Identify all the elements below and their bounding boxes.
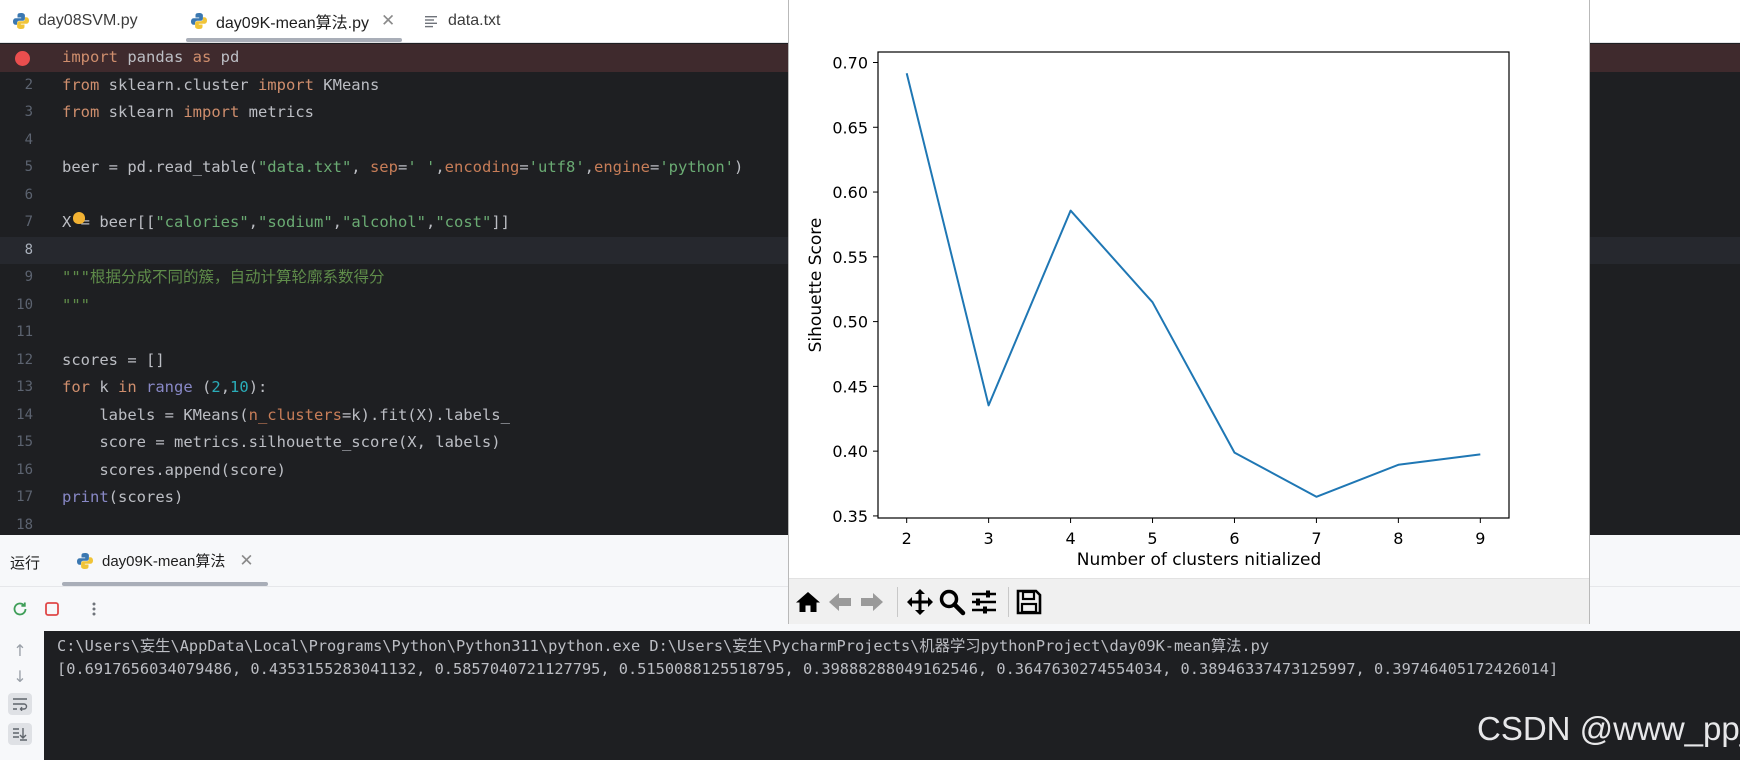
toolbar-separator bbox=[1008, 587, 1009, 617]
line-number: 3 bbox=[24, 104, 33, 120]
line-number: 9 bbox=[24, 269, 33, 285]
line-number: 13 bbox=[16, 379, 33, 395]
more-vertical-icon bbox=[92, 602, 96, 616]
y-tick-label: 0.40 bbox=[832, 442, 868, 461]
line-number: 16 bbox=[16, 461, 33, 478]
x-tick-label: 4 bbox=[1065, 529, 1075, 548]
close-icon[interactable]: ✕ bbox=[381, 11, 395, 31]
rerun-icon bbox=[13, 602, 27, 616]
line-number: 12 bbox=[16, 351, 33, 368]
y-tick-label: 0.35 bbox=[832, 507, 868, 526]
x-tick-label: 5 bbox=[1147, 529, 1157, 548]
python-file-icon bbox=[191, 13, 207, 29]
forward-icon bbox=[861, 593, 883, 611]
active-tab-indicator bbox=[186, 38, 402, 42]
breakpoint-icon[interactable] bbox=[15, 50, 30, 66]
watermark: CSDN @www_pp_ bbox=[1477, 710, 1740, 747]
y-tick-label: 0.55 bbox=[832, 248, 868, 267]
configure-subplots-button[interactable] bbox=[970, 588, 998, 616]
line-number: 14 bbox=[16, 406, 33, 423]
y-tick-label: 0.45 bbox=[832, 377, 868, 396]
tab-data-txt[interactable]: data.txt bbox=[423, 0, 500, 42]
line-number: 10 bbox=[16, 296, 33, 313]
run-tab[interactable]: day09K-mean算法 ✕ bbox=[62, 535, 268, 586]
run-side-toolbar: ↑ ↓ bbox=[0, 631, 45, 760]
lightbulb-icon[interactable] bbox=[73, 212, 85, 224]
zoom-icon bbox=[939, 589, 966, 616]
y-tick-label: 0.65 bbox=[832, 118, 868, 137]
text-file-icon bbox=[425, 16, 437, 28]
scroll-to-end-icon[interactable] bbox=[8, 723, 32, 745]
x-axis-label: Number of clusters nitialized bbox=[1077, 550, 1321, 570]
home-button[interactable] bbox=[794, 588, 822, 616]
x-tick-label: 6 bbox=[1229, 529, 1239, 548]
home-icon bbox=[796, 592, 820, 612]
y-tick-label: 0.50 bbox=[832, 313, 868, 332]
save-button[interactable] bbox=[1015, 588, 1043, 616]
forward-button[interactable] bbox=[858, 588, 886, 616]
x-tick-label: 9 bbox=[1475, 529, 1485, 548]
run-panel-title: 运行 bbox=[10, 555, 41, 572]
rerun-button[interactable] bbox=[10, 599, 30, 619]
more-options-button[interactable] bbox=[84, 599, 104, 619]
line-number: 11 bbox=[16, 324, 33, 340]
python-file-icon bbox=[77, 552, 93, 569]
tab-day08svm[interactable]: day08SVM.py bbox=[12, 0, 138, 42]
figure-toolbar bbox=[789, 578, 1589, 624]
matplotlib-figure-window: 2 3 4 5 6 7 8 9 0.35 0.40 0.45 0.50 0.55 0.60 0.65 0.70… bbox=[788, 0, 1590, 624]
x-tick-label: 2 bbox=[902, 529, 912, 548]
axes-frame bbox=[877, 51, 1510, 519]
tab-label: day09K-mean算法.py bbox=[216, 15, 369, 32]
line-number: 8 bbox=[24, 241, 33, 258]
python-file-icon bbox=[13, 13, 29, 29]
x-tick-label: 7 bbox=[1311, 529, 1321, 548]
stop-icon bbox=[45, 602, 59, 616]
soft-wrap-icon[interactable] bbox=[8, 693, 32, 715]
pan-button[interactable] bbox=[906, 588, 934, 616]
console-line: C:\Users\妄生\AppData\Local\Programs\Pytho… bbox=[57, 637, 1270, 655]
y-axis-label: Sihouette Score bbox=[806, 218, 826, 353]
toolbar-separator bbox=[897, 587, 898, 617]
close-icon[interactable]: ✕ bbox=[239, 551, 253, 571]
save-icon bbox=[1016, 589, 1042, 615]
x-tick-label: 8 bbox=[1393, 529, 1403, 548]
y-tick-label: 0.70 bbox=[832, 53, 868, 72]
arrow-up-icon[interactable]: ↑ bbox=[8, 639, 32, 661]
silhouette-line-chart: 2 3 4 5 6 7 8 9 0.35 0.40 0.45 0.50 0.55 0.60 0.65 0.70… bbox=[806, 51, 1510, 570]
line-number: 7 bbox=[24, 214, 33, 230]
series-line bbox=[905, 72, 1481, 498]
line-number: 17 bbox=[16, 489, 33, 505]
active-tab-indicator bbox=[62, 582, 268, 586]
zoom-button[interactable] bbox=[938, 588, 966, 616]
tab-label: data.txt bbox=[448, 12, 501, 29]
y-tick-label: 0.60 bbox=[832, 183, 868, 202]
plot-layer: 2 3 4 5 6 7 8 9 0.35 0.40 0.45 0.50 0.55 0.60 0.65 0.70 bbox=[832, 51, 1510, 548]
configure-subplots-icon bbox=[972, 590, 996, 614]
arrow-down-icon[interactable]: ↓ bbox=[8, 665, 32, 687]
stop-button[interactable] bbox=[42, 599, 62, 619]
tab-day09k-mean[interactable]: day09K-mean算法.py ✕ bbox=[186, 0, 402, 42]
back-icon bbox=[829, 593, 851, 611]
run-tab-label: day09K-mean算法 bbox=[102, 553, 226, 570]
line-number: 15 bbox=[16, 434, 33, 450]
line-number: 6 bbox=[24, 186, 33, 203]
line-number: 18 bbox=[16, 516, 33, 533]
console-line: [0.6917656034079486, 0.4353155283041132,… bbox=[57, 660, 1559, 678]
line-number: 2 bbox=[24, 76, 33, 93]
tab-label: day08SVM.py bbox=[38, 12, 138, 29]
line-number: 4 bbox=[24, 131, 33, 148]
back-button[interactable] bbox=[826, 588, 854, 616]
x-tick-label: 3 bbox=[984, 529, 994, 548]
line-number: 5 bbox=[24, 159, 33, 175]
pan-icon bbox=[907, 589, 933, 615]
